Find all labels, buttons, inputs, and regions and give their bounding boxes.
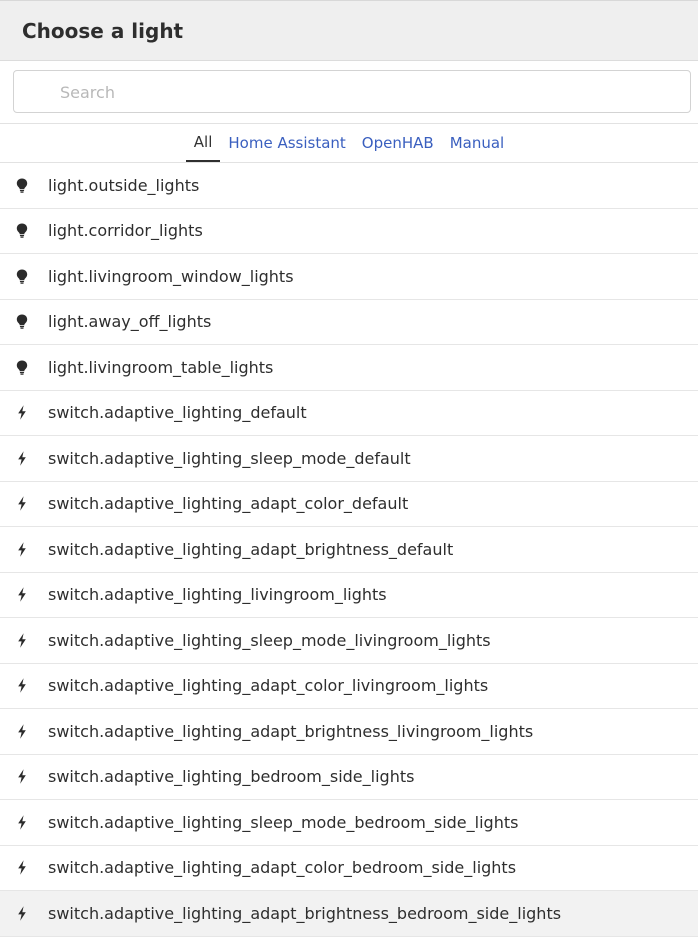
list-item-label: switch.adaptive_lighting_adapt_color_bed… [48, 858, 517, 878]
bulb-icon [15, 314, 29, 330]
bulb-icon [15, 223, 29, 239]
list-item[interactable]: light.corridor_lights [0, 209, 698, 254]
list-item-label: switch.adaptive_lighting_adapt_brightnes… [48, 539, 454, 559]
light-list: light.outside_lights light.corridor_light… [0, 163, 698, 937]
bolt-icon [15, 769, 29, 785]
list-item[interactable]: light.away_off_lights [0, 300, 698, 345]
bulb-icon [15, 177, 29, 193]
list-item-label: switch.adaptive_lighting_adapt_brightnes… [48, 903, 562, 923]
list-item[interactable]: light.livingroom_window_lights [0, 254, 698, 300]
tab-manual[interactable]: Manual [442, 124, 513, 162]
bulb-icon [15, 359, 29, 375]
list-item-label: switch.adaptive_lighting_adapt_color_liv… [48, 676, 489, 696]
dialog-title: Choose a light [22, 18, 184, 43]
search-container [0, 61, 698, 124]
list-item[interactable]: switch.adaptive_lighting_adapt_color_bed… [0, 846, 698, 891]
list-item[interactable]: switch.adaptive_lighting_adapt_brightnes… [0, 709, 698, 755]
list-item-label: light.corridor_lights [48, 221, 203, 241]
tab-home-assistant[interactable]: Home Assistant [220, 124, 353, 162]
list-item[interactable]: switch.adaptive_lighting_sleep_mode_bedr… [0, 800, 698, 846]
bolt-icon [15, 678, 29, 694]
list-item-label: switch.adaptive_lighting_sleep_mode_defa… [48, 448, 411, 468]
bolt-icon [15, 632, 29, 648]
list-item-label: switch.adaptive_lighting_bedroom_side_li… [48, 767, 415, 787]
bolt-icon [15, 905, 29, 921]
list-item[interactable]: switch.adaptive_lighting_default [0, 391, 698, 436]
list-item[interactable]: switch.adaptive_lighting_livingroom_ligh… [0, 573, 698, 618]
bolt-icon [15, 814, 29, 830]
search-input[interactable] [58, 71, 682, 114]
list-item-label: light.livingroom_table_lights [48, 357, 274, 377]
bulb-icon [15, 268, 29, 284]
list-item[interactable]: switch.adaptive_lighting_adapt_brightnes… [0, 891, 698, 937]
list-item-label: switch.adaptive_lighting_default [48, 403, 307, 423]
list-item[interactable]: switch.adaptive_lighting_bedroom_side_li… [0, 755, 698, 800]
tab-all[interactable]: All [185, 124, 221, 162]
list-item[interactable]: switch.adaptive_lighting_adapt_color_liv… [0, 664, 698, 709]
search-icon [36, 84, 52, 100]
choose-light-dialog: Choose a light AllHome AssistantOpenHABM… [0, 0, 698, 951]
bolt-icon [15, 541, 29, 557]
tab-openhab[interactable]: OpenHAB [354, 124, 442, 162]
list-item[interactable]: light.livingroom_table_lights [0, 345, 698, 391]
bolt-icon [15, 587, 29, 603]
list-item[interactable]: switch.adaptive_lighting_adapt_brightnes… [0, 527, 698, 573]
list-item-label: light.away_off_lights [48, 312, 212, 332]
list-item-label: light.livingroom_window_lights [48, 266, 294, 286]
list-item-label: switch.adaptive_lighting_sleep_mode_bedr… [48, 812, 519, 832]
list-item[interactable]: switch.adaptive_lighting_sleep_mode_defa… [0, 436, 698, 482]
list-item-label: switch.adaptive_lighting_sleep_mode_livi… [48, 630, 491, 650]
search-box[interactable] [13, 70, 691, 114]
list-item[interactable]: switch.adaptive_lighting_adapt_color_def… [0, 482, 698, 527]
list-item-label: switch.adaptive_lighting_adapt_color_def… [48, 494, 409, 514]
source-tabs: All Home Assistant OpenHAB Manual [0, 124, 698, 163]
bolt-icon [15, 860, 29, 876]
list-item[interactable]: light.outside_lights [0, 163, 698, 209]
dialog-header: Choose a light [0, 0, 698, 61]
list-item[interactable]: switch.adaptive_lighting_sleep_mode_livi… [0, 618, 698, 664]
list-item-label: switch.adaptive_lighting_livingroom_ligh… [48, 585, 387, 605]
bolt-icon [15, 405, 29, 421]
bolt-icon [15, 723, 29, 739]
bolt-icon [15, 450, 29, 466]
list-item-label: light.outside_lights [48, 175, 200, 195]
bolt-icon [15, 496, 29, 512]
list-item-label: switch.adaptive_lighting_adapt_brightnes… [48, 721, 534, 741]
